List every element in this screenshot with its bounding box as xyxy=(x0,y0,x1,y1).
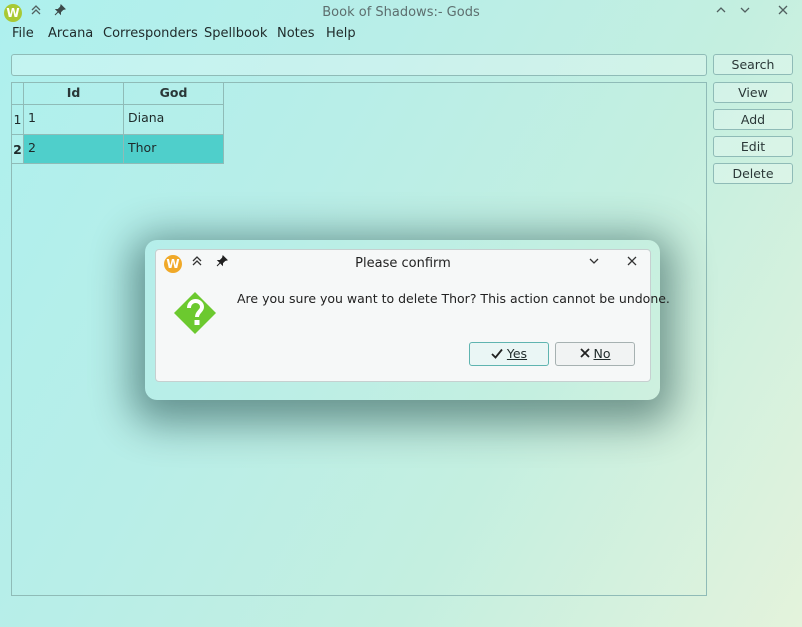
table-cell-god[interactable]: Thor xyxy=(124,135,224,164)
table-cell-id[interactable]: 2 xyxy=(24,135,124,164)
search-button[interactable]: Search xyxy=(713,54,793,75)
maximize-icon[interactable] xyxy=(735,3,755,23)
question-icon xyxy=(174,292,216,338)
view-button[interactable]: View xyxy=(713,82,793,103)
menu-notes[interactable]: Notes xyxy=(277,26,315,41)
delete-button[interactable]: Delete xyxy=(713,163,793,184)
yes-button[interactable]: Yes xyxy=(469,342,549,366)
confirm-dialog: W Please confirm Are you sure you want t… xyxy=(155,249,670,382)
table-cell-id[interactable]: 1 xyxy=(24,105,124,135)
dialog-title: Please confirm xyxy=(355,256,451,271)
menu-help[interactable]: Help xyxy=(326,26,356,41)
dialog-message: Are you sure you want to delete Thor? Th… xyxy=(237,291,670,306)
search-input[interactable] xyxy=(11,54,707,76)
x-icon xyxy=(579,348,590,358)
no-label: No xyxy=(593,346,611,361)
close-icon[interactable] xyxy=(622,254,642,274)
row-header[interactable]: 1 xyxy=(12,105,24,135)
menu-bar: File Arcana Corresponders Spellbook Note… xyxy=(0,26,802,46)
checkmark-icon xyxy=(491,348,503,359)
menu-file[interactable]: File xyxy=(12,26,34,41)
add-button[interactable]: Add xyxy=(713,109,793,130)
close-icon[interactable] xyxy=(773,3,793,23)
chevron-down-icon[interactable] xyxy=(584,254,604,274)
menu-arcana[interactable]: Arcana xyxy=(48,26,93,41)
yes-label: Yes xyxy=(506,346,528,361)
menu-corresponders[interactable]: Corresponders xyxy=(103,26,198,41)
table-cell-god[interactable]: Diana xyxy=(124,105,224,135)
window-title: Book of Shadows:- Gods xyxy=(322,5,480,20)
title-bar: W Book of Shadows:- Gods xyxy=(0,0,802,26)
column-header-god[interactable]: God xyxy=(124,83,224,105)
no-button[interactable]: No xyxy=(555,342,635,366)
table-corner[interactable] xyxy=(12,83,24,105)
column-header-id[interactable]: Id xyxy=(24,83,124,105)
menu-spellbook[interactable]: Spellbook xyxy=(204,26,267,41)
edit-button[interactable]: Edit xyxy=(713,136,793,157)
row-header[interactable]: 2 xyxy=(12,135,24,164)
minimize-icon[interactable] xyxy=(711,3,731,23)
